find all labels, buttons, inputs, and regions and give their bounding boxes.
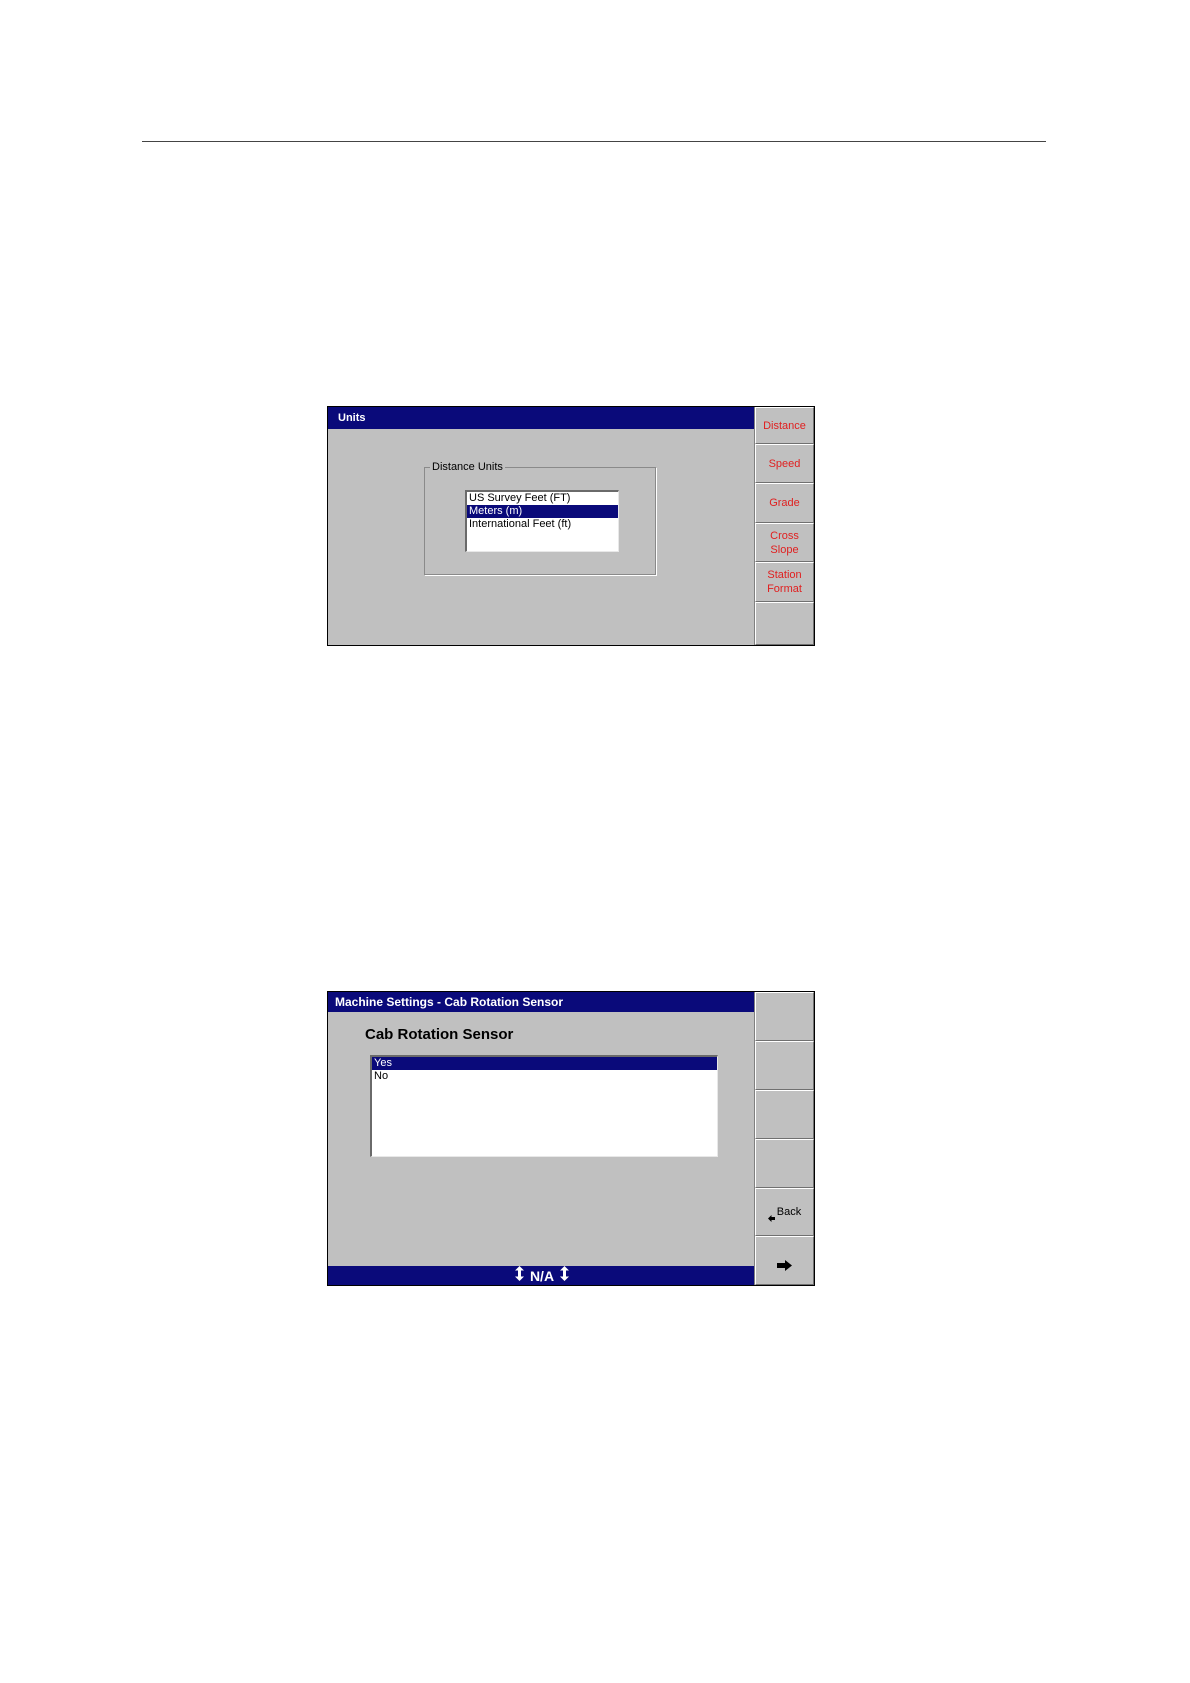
cab-rotation-screen: Machine Settings - Cab Rotation Sensor C… <box>327 991 815 1286</box>
distance-units-group: Distance Units US Survey Feet (FT) Meter… <box>424 460 656 575</box>
blank-softkey-3[interactable] <box>755 1090 814 1139</box>
up-down-arrow-icon <box>560 1266 570 1286</box>
left-arrow-icon <box>767 1198 775 1226</box>
softkey-column: Distance Speed Grade Cross Slope Station… <box>754 407 814 645</box>
cross-slope-softkey[interactable]: Cross Slope <box>755 523 814 562</box>
window-title: Units <box>328 407 756 429</box>
blank-softkey-4[interactable] <box>755 1139 814 1188</box>
speed-softkey[interactable]: Speed <box>755 444 814 483</box>
distance-units-listbox[interactable]: US Survey Feet (FT) Meters (m) Internati… <box>465 490 619 552</box>
back-label: Back <box>776 1206 802 1218</box>
station-format-softkey[interactable]: Station Format <box>755 562 814 602</box>
list-option-meters[interactable]: Meters (m) <box>467 505 618 518</box>
blank-softkey[interactable] <box>755 602 814 645</box>
group-label: Distance Units <box>430 460 505 474</box>
distance-softkey[interactable]: Distance <box>755 407 814 444</box>
list-option-yes[interactable]: Yes <box>372 1057 717 1070</box>
status-bar: N/A <box>328 1266 756 1285</box>
page-heading: Cab Rotation Sensor <box>365 1026 514 1043</box>
list-option-no[interactable]: No <box>372 1070 717 1083</box>
list-option-us-survey-feet[interactable]: US Survey Feet (FT) <box>467 492 618 505</box>
list-option-international-feet[interactable]: International Feet (ft) <box>467 518 618 531</box>
next-softkey[interactable] <box>755 1236 814 1285</box>
up-down-arrow-icon <box>514 1266 524 1286</box>
units-screen: Units Distance Units US Survey Feet (FT)… <box>327 406 815 646</box>
softkey-column: Back <box>754 992 814 1285</box>
blank-softkey-2[interactable] <box>755 1041 814 1090</box>
header-rule <box>142 141 1046 142</box>
cab-rotation-listbox[interactable]: Yes No <box>370 1055 718 1157</box>
grade-softkey[interactable]: Grade <box>755 483 814 523</box>
back-softkey[interactable]: Back <box>755 1188 814 1236</box>
window-title: Machine Settings - Cab Rotation Sensor <box>328 992 756 1012</box>
blank-softkey-1[interactable] <box>755 992 814 1041</box>
right-arrow-icon <box>777 1246 792 1275</box>
status-value: N/A <box>529 1268 555 1284</box>
